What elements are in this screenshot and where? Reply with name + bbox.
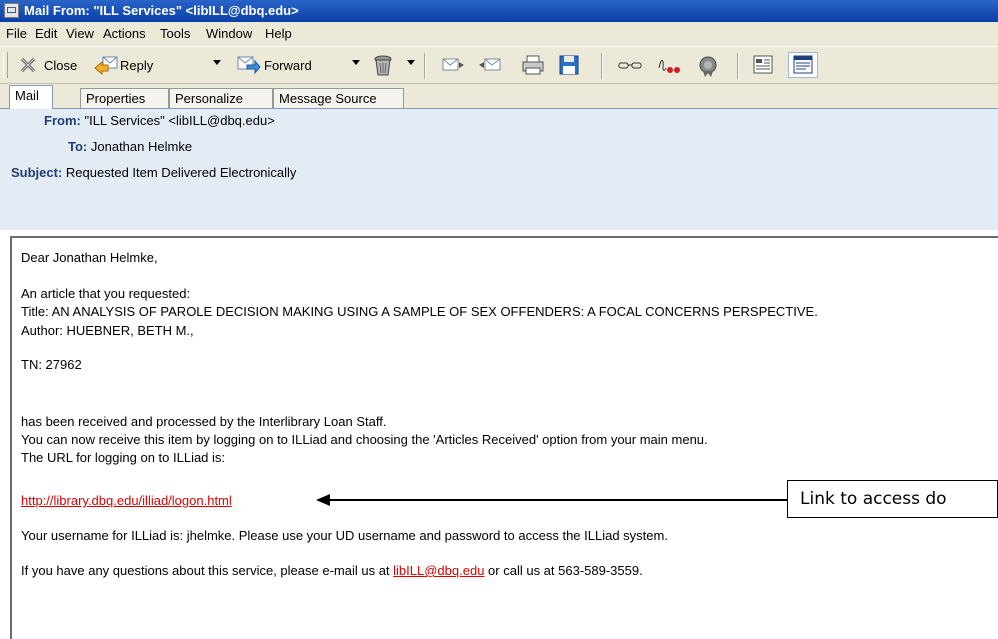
delete-button[interactable] xyxy=(372,52,394,78)
tab-mail[interactable]: Mail xyxy=(9,85,53,109)
tab-personalize[interactable]: Personalize xyxy=(169,88,273,108)
seal-icon xyxy=(696,54,718,77)
reply-label: Reply xyxy=(120,57,154,73)
menu-file[interactable]: File xyxy=(6,22,27,46)
reply-icon xyxy=(93,54,118,76)
from-label: From: xyxy=(44,113,81,128)
message-body[interactable]: Dear Jonathan Helmke, An article that yo… xyxy=(10,236,998,639)
encrypt-button[interactable] xyxy=(696,52,718,78)
menu-view[interactable]: View xyxy=(66,22,94,46)
url-intro: The URL for logging on to ILLiad is: xyxy=(21,450,226,465)
email-link[interactable]: libILL@dbq.edu xyxy=(393,563,484,578)
annotation-callout: Link to access do xyxy=(787,480,998,518)
article-author: Author: HUEBNER, BETH M., xyxy=(21,323,194,338)
trash-icon xyxy=(372,54,394,76)
preview-layout-icon xyxy=(792,54,814,76)
next-message-button[interactable] xyxy=(441,52,464,78)
forward-icon xyxy=(237,54,261,76)
close-icon xyxy=(17,54,39,76)
username-text: Your username for ILLiad is: jhelmke. Pl… xyxy=(21,528,668,543)
to-row: To: Jonathan Helmke xyxy=(68,139,192,154)
print-button[interactable] xyxy=(521,52,544,78)
article-title: Title: AN ANALYSIS OF PAROLE DECISION MA… xyxy=(21,304,818,319)
to-value[interactable]: Jonathan Helmke xyxy=(91,139,192,154)
menu-window[interactable]: Window xyxy=(206,22,252,46)
toolbar-grip[interactable] xyxy=(3,52,8,78)
forward-button[interactable]: Forward xyxy=(237,52,312,78)
logon-url-link[interactable]: http://library.dbq.edu/illiad/logon.html xyxy=(21,493,232,508)
printer-icon xyxy=(521,54,544,76)
forward-dropdown-icon[interactable] xyxy=(352,60,360,65)
to-label: To: xyxy=(68,139,88,154)
previous-message-icon xyxy=(478,54,501,76)
save-button[interactable] xyxy=(558,52,580,78)
menu-actions[interactable]: Actions xyxy=(103,22,146,46)
questions-prefix: If you have any questions about this ser… xyxy=(21,563,394,578)
show-headers-button[interactable] xyxy=(617,52,642,78)
transaction-number: TN: 27962 xyxy=(21,357,82,372)
questions-text: If you have any questions about this ser… xyxy=(21,563,643,578)
reply-button[interactable]: Reply xyxy=(93,52,153,78)
sign-button[interactable] xyxy=(656,52,680,78)
toolbar-separator xyxy=(737,53,739,79)
view-tabs: Mail Properties Personalize Message Sour… xyxy=(0,84,998,109)
layout-icon xyxy=(752,54,774,76)
toolbar: Close Reply Forward xyxy=(0,46,998,84)
greeting: Dear Jonathan Helmke, xyxy=(21,250,158,265)
received-text: has been received and processed by the I… xyxy=(21,414,387,429)
toolbar-separator xyxy=(424,53,426,79)
subject-value: Requested Item Delivered Electronically xyxy=(65,165,297,180)
menu-bar: File Edit View Actions Tools Window Help xyxy=(0,22,998,46)
tab-properties[interactable]: Properties xyxy=(80,88,169,108)
signature-icon xyxy=(656,54,680,76)
previous-message-button[interactable] xyxy=(478,52,501,78)
toolbar-separator xyxy=(601,53,603,79)
reply-dropdown-icon[interactable] xyxy=(213,60,221,65)
mail-app-icon xyxy=(4,3,19,18)
menu-edit[interactable]: Edit xyxy=(35,22,57,46)
receive-instructions: You can now receive this item by logging… xyxy=(21,432,708,447)
message-header: From: "ILL Services" <libILL@dbq.edu> To… xyxy=(0,108,998,230)
window-title: Mail From: "ILL Services" <libILL@dbq.ed… xyxy=(24,3,299,18)
subject-row: Subject: Requested Item Delivered Electr… xyxy=(11,165,296,180)
layout-classic-button[interactable] xyxy=(752,52,774,78)
next-message-icon xyxy=(441,54,464,76)
questions-suffix: or call us at 563-589-3559. xyxy=(484,563,643,578)
menu-help[interactable]: Help xyxy=(265,22,292,46)
close-label: Close xyxy=(44,57,78,73)
window-title-bar[interactable]: Mail From: "ILL Services" <libILL@dbq.ed… xyxy=(0,0,998,22)
subject-label: Subject: xyxy=(11,165,63,180)
close-button[interactable]: Close xyxy=(17,52,77,78)
intro-text: An article that you requested: xyxy=(21,286,191,301)
glasses-icon xyxy=(617,54,642,76)
forward-label: Forward xyxy=(264,57,312,73)
menu-tools[interactable]: Tools xyxy=(160,22,190,46)
layout-preview-button[interactable] xyxy=(788,52,818,78)
floppy-disk-icon xyxy=(558,54,580,76)
from-row: From: "ILL Services" <libILL@dbq.edu> xyxy=(44,113,275,128)
from-value[interactable]: "ILL Services" <libILL@dbq.edu> xyxy=(84,113,274,128)
callout-arrow xyxy=(322,499,787,501)
tab-message-source[interactable]: Message Source xyxy=(273,88,404,108)
delete-dropdown-icon[interactable] xyxy=(407,60,415,65)
